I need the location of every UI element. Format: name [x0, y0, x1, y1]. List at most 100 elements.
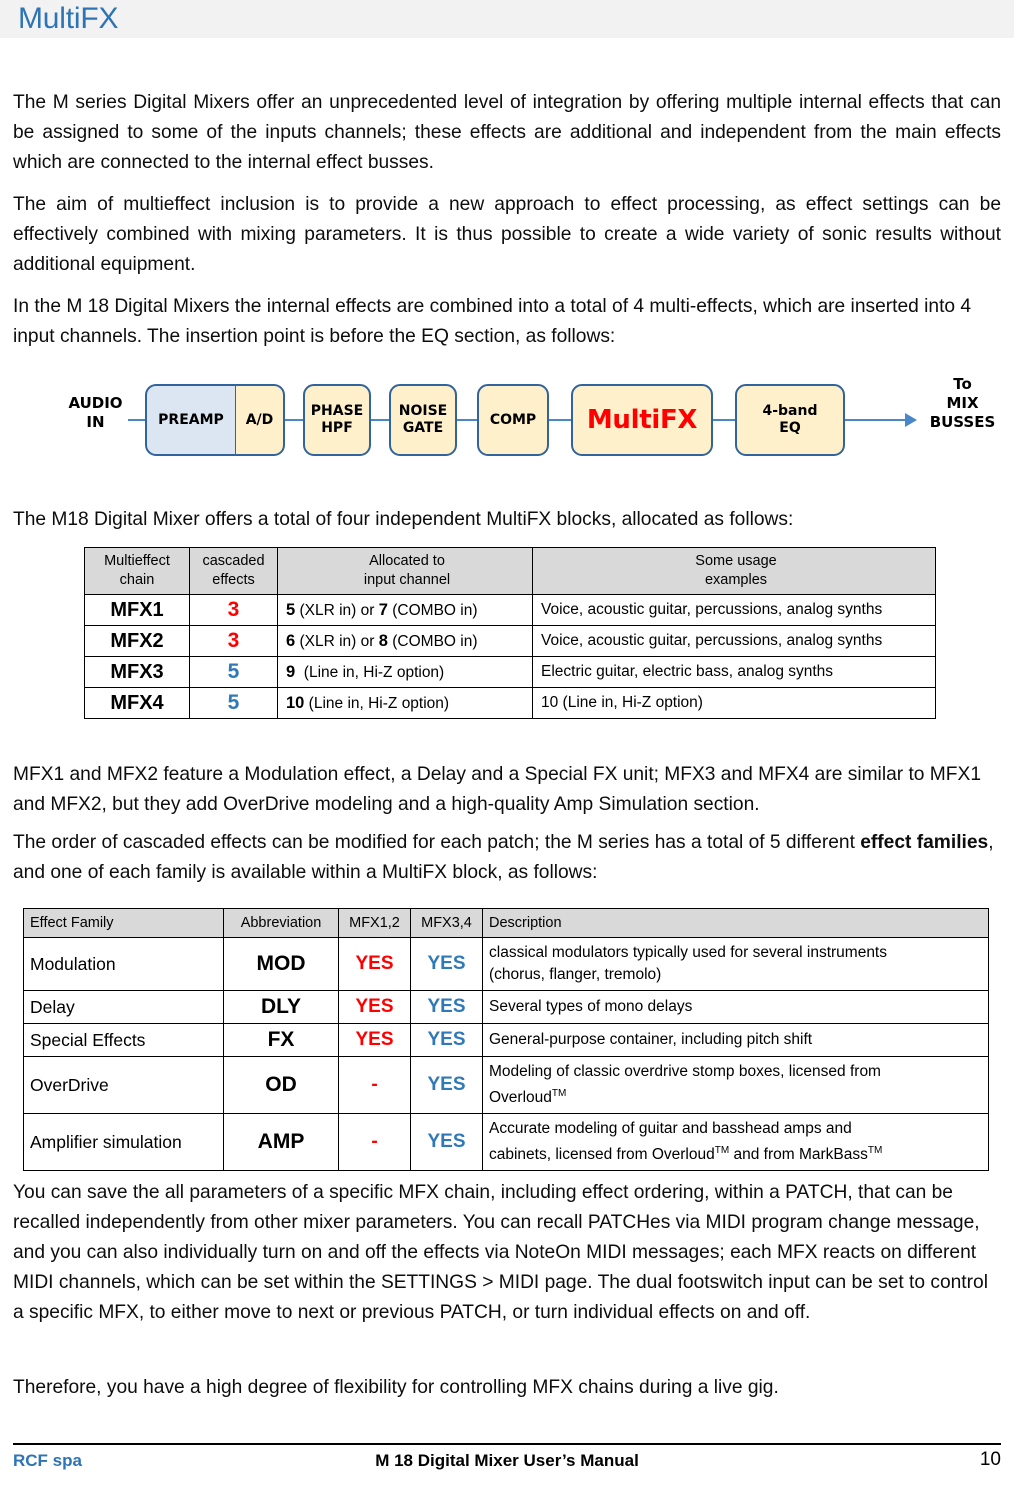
table-row: MFX1 3 5 (XLR in) or 7 (COMBO in) Voice,… — [84, 594, 936, 626]
effect-families-table: Effect Family Abbreviation MFX1,2 MFX3,4… — [23, 908, 989, 1172]
cell-mfx12: - — [338, 1113, 411, 1172]
description-line: cabinets, licensed from OverloudTM and f… — [489, 1140, 982, 1166]
diagram-block-eq: 4-band EQ — [735, 384, 845, 456]
trademark-symbol: TM — [551, 1088, 567, 1099]
cell-usage: Voice, acoustic guitar, percussions, ana… — [532, 625, 936, 657]
description-line: OverloudTM — [489, 1083, 982, 1109]
col-header-abbreviation: Abbreviation — [223, 908, 339, 938]
description-line: Accurate modeling of guitar and basshead… — [489, 1120, 852, 1138]
table-row: Delay DLY YES YES Several types of mono … — [23, 990, 989, 1024]
col-header-effect-family: Effect Family — [23, 908, 224, 938]
alloc-channel-a: 5 — [286, 600, 296, 619]
trademark-symbol: TM — [714, 1145, 730, 1157]
cell-cascaded: 5 — [189, 656, 278, 688]
table-row: Special Effects FX YES YES General-purpo… — [23, 1023, 989, 1057]
cell-mfx34: YES — [410, 937, 483, 991]
alloc-channel-b: 8 — [378, 631, 388, 650]
cell-usage: Electric guitar, electric bass, analog s… — [532, 656, 936, 688]
diagram-output-label: To MIX BUSSES — [929, 375, 996, 431]
cell-allocated: 6 (XLR in) or 8 (COMBO in) — [277, 625, 533, 657]
cell-abbreviation: MOD — [223, 937, 339, 991]
cell-abbreviation: FX — [223, 1023, 339, 1057]
cell-family: Amplifier simulation — [23, 1113, 224, 1172]
paragraph-intro-3: In the M 18 Digital Mixers the internal … — [13, 296, 972, 347]
cell-mfx12: - — [338, 1055, 411, 1115]
cell-chain: MFX2 — [84, 625, 190, 657]
cell-abbreviation: AMP — [223, 1113, 339, 1172]
connector-line — [713, 419, 735, 421]
cell-chain: MFX4 — [84, 687, 190, 719]
table-row: MFX3 5 9 (Line in, Hi-Z option) Electric… — [84, 656, 936, 688]
connector-line — [285, 419, 303, 421]
paragraph-patch-info: You can save the all parameters of a spe… — [13, 1182, 988, 1323]
col-header-mfx12: MFX1,2 — [338, 908, 411, 938]
signal-chain-diagram: AUDIO IN PREAMP A/D PHASE HPF NOISE GATE… — [0, 370, 1014, 480]
col-header-chain: Multieffect chain — [84, 547, 190, 595]
cell-abbreviation: DLY — [223, 990, 339, 1024]
cell-usage: Voice, acoustic guitar, percussions, ana… — [532, 594, 936, 626]
description-line: (chorus, flanger, tremolo) — [489, 966, 662, 983]
families-lead-part1: The order of cascaded effects can be mod… — [13, 832, 861, 853]
cell-family: OverDrive — [23, 1055, 224, 1115]
table-body: Modulation MOD YES YES classical modulat… — [23, 937, 989, 1172]
alloc-text-b: (COMBO in) — [387, 632, 478, 650]
paragraph-allocation-lead: The M18 Digital Mixer offers a total of … — [13, 509, 794, 530]
cell-chain: MFX3 — [84, 656, 190, 688]
alloc-text-a: (XLR in) or — [295, 632, 379, 650]
alloc-text-b: (COMBO in) — [387, 601, 478, 619]
table-row: OverDrive OD - YES Modeling of classic o… — [23, 1055, 989, 1115]
col-header-mfx34: MFX3,4 — [410, 908, 483, 938]
table-body: MFX1 3 5 (XLR in) or 7 (COMBO in) Voice,… — [84, 594, 936, 719]
cell-mfx12: YES — [338, 990, 411, 1024]
cell-allocated: 5 (XLR in) or 7 (COMBO in) — [277, 594, 533, 626]
cell-abbreviation: OD — [223, 1055, 339, 1115]
alloc-text-a: (Line in, Hi-Z option) — [295, 663, 445, 681]
cell-description: General-purpose container, including pit… — [482, 1023, 989, 1057]
alloc-channel-b: 7 — [378, 600, 388, 619]
trademark-symbol: TM — [867, 1145, 883, 1157]
alloc-channel-a: 6 — [286, 631, 296, 650]
cell-cascaded: 3 — [189, 594, 278, 626]
paragraph-intro-2: The aim of multieffect inclusion is to p… — [13, 194, 1001, 275]
description-line: Modeling of classic overdrive stomp boxe… — [489, 1063, 881, 1080]
multifx-allocation-table: Multieffect chain cascaded effects Alloc… — [84, 547, 936, 719]
table-header-row: Effect Family Abbreviation MFX1,2 MFX3,4… — [23, 908, 989, 938]
table-header-row: Multieffect chain cascaded effects Alloc… — [84, 547, 936, 595]
connector-line — [457, 419, 477, 421]
description-brand: Overloud — [489, 1089, 552, 1107]
description-line: classical modulators typically used for … — [489, 944, 887, 961]
paragraph-conclusion: Therefore, you have a high degree of fle… — [13, 1377, 779, 1398]
description-brand: cabinets, licensed from Overloud — [489, 1146, 715, 1164]
alloc-text-a: (Line in, Hi-Z option) — [304, 694, 450, 712]
col-header-usage: Some usage examples — [532, 547, 936, 595]
cell-description: Several types of mono delays — [482, 990, 989, 1024]
table-row: MFX2 3 6 (XLR in) or 8 (COMBO in) Voice,… — [84, 625, 936, 657]
cell-allocated: 10 (Line in, Hi-Z option) — [277, 687, 533, 719]
page-title: MultiFX — [18, 2, 119, 35]
connector-line — [845, 419, 907, 421]
cell-description: Accurate modeling of guitar and basshead… — [482, 1113, 989, 1172]
cell-cascaded: 3 — [189, 625, 278, 657]
cell-chain: MFX1 — [84, 594, 190, 626]
footer-manual-title: M 18 Digital Mixer User’s Manual — [375, 1451, 639, 1470]
cell-family: Special Effects — [23, 1023, 224, 1057]
description-brand-2: and from MarkBass — [729, 1146, 868, 1164]
diagram-block-ad: A/D — [235, 384, 285, 456]
paragraph-mfx-features: MFX1 and MFX2 feature a Modulation effec… — [13, 764, 981, 815]
cell-mfx34: YES — [410, 1023, 483, 1057]
alloc-channel-a: 10 — [286, 693, 305, 712]
col-header-description: Description — [482, 908, 989, 938]
table-row: MFX4 5 10 (Line in, Hi-Z option) 10 (Lin… — [84, 687, 936, 719]
diagram-block-noise-gate: NOISE GATE — [389, 384, 457, 456]
page-footer: M 18 Digital Mixer User’s Manual RCF spa… — [13, 1449, 1001, 1481]
diagram-block-multifx: MultiFX — [571, 384, 713, 456]
alloc-text-a: (XLR in) or — [295, 601, 379, 619]
cell-allocated: 9 (Line in, Hi-Z option) — [277, 656, 533, 688]
cell-mfx12: YES — [338, 1023, 411, 1057]
cell-description: classical modulators typically used for … — [482, 937, 989, 991]
cell-mfx12: YES — [338, 937, 411, 991]
footer-divider — [13, 1443, 1001, 1445]
cell-mfx34: YES — [410, 1055, 483, 1115]
col-header-cascaded: cascaded effects — [189, 547, 278, 595]
table-row: Modulation MOD YES YES classical modulat… — [23, 937, 989, 991]
